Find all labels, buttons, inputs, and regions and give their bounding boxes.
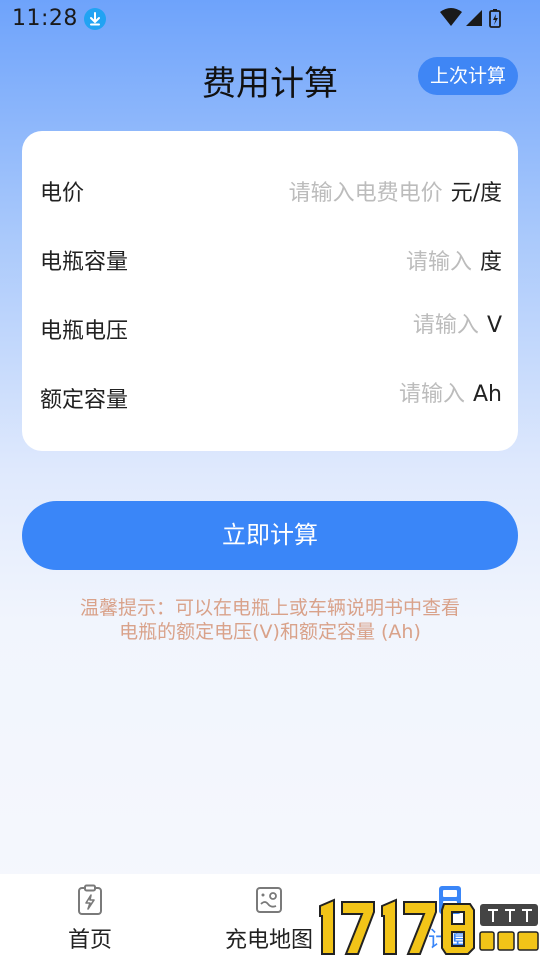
form-row-rated-capacity: 额定容量 Ah (22, 376, 518, 416)
watermark-logo (319, 898, 539, 955)
status-bar: 11:28 (0, 0, 540, 38)
nav-label: 首页 (67, 928, 112, 953)
status-time: 11:28 (12, 6, 78, 31)
form-row-electricity-price: 电价 元/度 (22, 169, 518, 209)
row-unit: Ah (473, 382, 502, 407)
row-unit: 度 (479, 250, 502, 275)
download-icon (84, 8, 106, 30)
calculate-button[interactable]: 立即计算 (22, 501, 518, 570)
clipboard-bolt-icon (78, 884, 102, 915)
signal-icon (466, 10, 482, 26)
battery-capacity-input[interactable] (351, 250, 472, 275)
row-label: 电瓶电压 (40, 319, 129, 344)
row-label: 电瓶容量 (40, 250, 129, 275)
tip-line-2: 电瓶的额定电压(V)和额定容量 (Ah) (119, 621, 421, 643)
battery-icon (489, 9, 501, 28)
nav-item-home[interactable]: 首页 (20, 884, 160, 954)
battery-voltage-input[interactable] (358, 313, 479, 338)
row-unit: V (486, 313, 502, 338)
form-card: 电价 元/度 电瓶容量 度 电瓶电压 V 额定容量 Ah (22, 131, 518, 451)
row-label: 额定容量 (40, 388, 129, 413)
map-icon (256, 887, 282, 913)
row-unit: 元/度 (450, 181, 502, 206)
form-row-battery-capacity: 电瓶容量 度 (22, 238, 518, 278)
rated-capacity-input[interactable] (345, 382, 465, 407)
status-icons (440, 8, 501, 28)
last-calc-button[interactable]: 上次计算 (418, 57, 518, 95)
tip-line-1: 温馨提示：可以在电瓶上或车辆说明书中查看 (79, 597, 460, 619)
form-row-battery-voltage: 电瓶电压 V (22, 307, 518, 347)
row-label: 电价 (40, 181, 85, 206)
electricity-price-input[interactable] (262, 181, 443, 206)
wifi-icon (440, 8, 462, 26)
tip-text: 温馨提示：可以在电瓶上或车辆说明书中查看 电瓶的额定电压(V)和额定容量 (Ah… (30, 596, 510, 644)
